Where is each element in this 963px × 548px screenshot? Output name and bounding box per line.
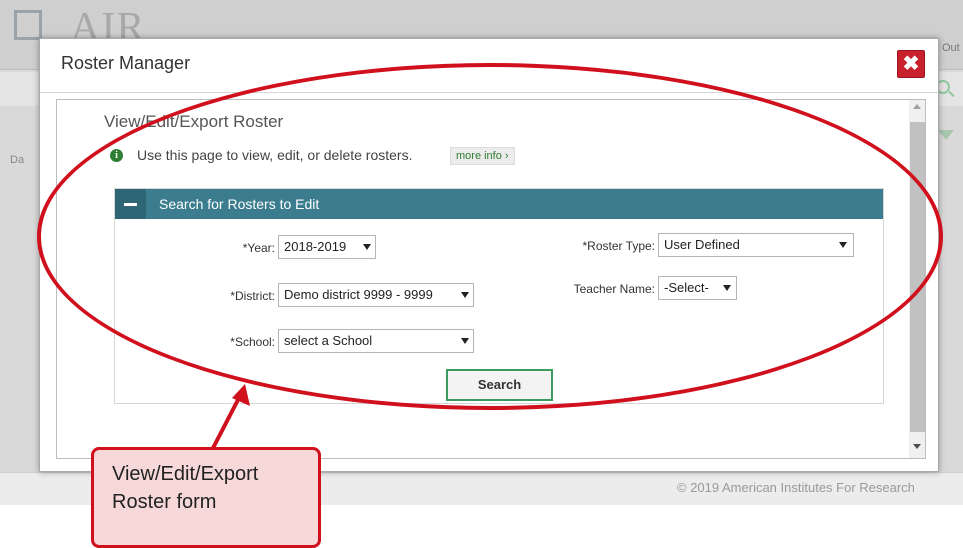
scroll-up-icon[interactable] <box>913 104 921 109</box>
screenshot-stage: AIR Out Da © 2019 American Institutes Fo… <box>0 0 963 548</box>
annotation-arrow-icon <box>210 384 250 451</box>
modal-title: Roster Manager <box>61 53 191 73</box>
callout-line-1: View/Edit/Export <box>112 463 259 485</box>
subbar-label: Da <box>10 154 25 166</box>
annotation-callout: View/Edit/Export Roster form <box>91 447 321 548</box>
logo-icon <box>14 10 42 40</box>
logout-link[interactable]: Out <box>942 42 960 54</box>
filter-icon[interactable] <box>938 130 954 140</box>
close-button[interactable]: ✖ <box>897 50 925 78</box>
scroll-down-icon[interactable] <box>913 444 921 449</box>
callout-line-2: Roster form <box>112 491 217 513</box>
copyright-text: © 2019 American Institutes For Research <box>677 480 915 495</box>
highlight-ellipse <box>37 63 943 410</box>
